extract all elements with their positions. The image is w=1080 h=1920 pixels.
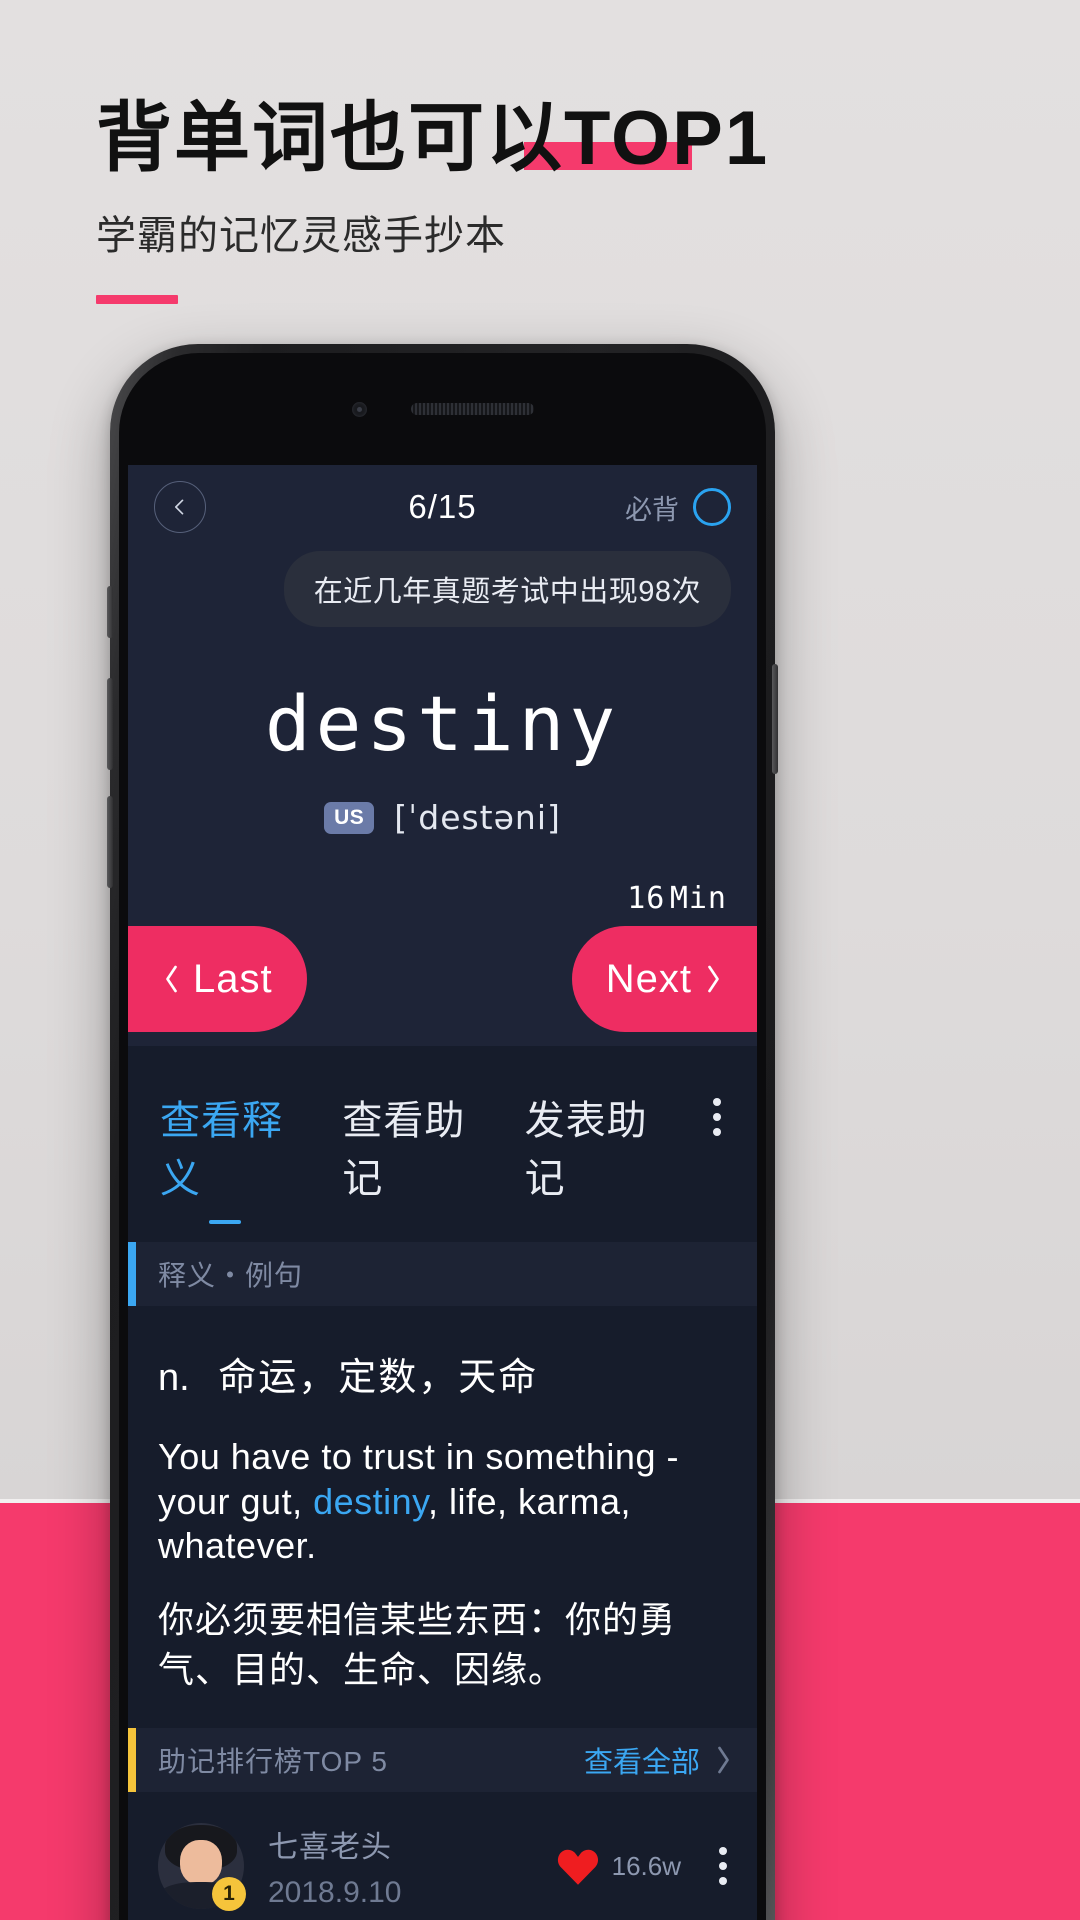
ranking-section-header: 助记排行榜TOP 5 查看全部 [128,1728,757,1793]
mute-switch [107,586,113,638]
poster-text-block: 背单词也可以TOP1 学霸的记忆灵感手抄本 [96,96,996,305]
timer-unit: Min [669,881,727,916]
timer-value: 16 [627,881,666,916]
word-block: destiny US [ˈdestəni] [128,627,757,837]
front-camera-icon [351,401,367,417]
phone-body: 6/15 必背 在近几年真题考试中出现98次 destiny US [ˈdest… [119,353,766,1920]
section-accent-bar [128,1728,136,1793]
phone-mockup: 6/15 必背 在近几年真题考试中出现98次 destiny US [ˈdest… [107,344,778,1920]
power-button [772,664,778,774]
tab-definitions-label: 查看释义 [160,1099,283,1201]
app-screen: 6/15 必背 在近几年真题考试中出现98次 destiny US [ˈdest… [128,465,757,1920]
must-memorize-label: 必背 [625,494,679,525]
kebab-dot [713,1113,721,1121]
chevron-left-icon [166,965,177,993]
comment-date: 2018.9.10 [268,1876,402,1910]
part-of-speech: n. [158,1357,190,1399]
word-card-panel: 6/15 必背 在近几年真题考试中出现98次 destiny US [ˈdest… [128,465,757,1046]
example-line-2-pre: your gut, [158,1480,314,1522]
comment-actions: 16.6w [556,1845,727,1887]
back-button[interactable] [154,481,206,533]
example-line-1: You have to trust in something - [158,1436,679,1477]
section-accent-bar [128,1242,136,1306]
rank-badge: 1 [212,1877,246,1912]
headline-text: 背单词也可以TOP1 [96,96,770,181]
pronunciation-row[interactable]: US [ˈdestəni] [128,798,757,837]
phone-bezel-top [119,353,766,465]
kebab-dot [719,1847,727,1856]
tab-post-mnemonic-label: 发表助记 [524,1099,648,1201]
chevron-right-icon [718,1746,729,1774]
tab-mnemonics-label: 查看助记 [342,1099,466,1201]
page-title: 背单词也可以TOP1 [96,96,769,181]
tooltip-row: 在近几年真题考试中出现98次 [128,549,757,627]
chevron-right-icon [708,965,719,993]
kebab-dot [713,1128,721,1136]
comment-author[interactable]: 七喜老头 [268,1822,401,1866]
definition-meaning: 命运，定数，天命 [218,1357,539,1399]
example-sentence-cn: 你必须要相信某些东西：你的勇气、目的、生命、因缘。 [158,1598,677,1690]
accent-rule [96,295,178,305]
definition-section-title: 释义・例句 [158,1260,304,1291]
view-all-label: 查看全部 [583,1747,700,1780]
app-navbar: 6/15 必背 [128,465,757,549]
example-sentence-en: You have to trust in something - your gu… [158,1435,727,1569]
kebab-dot [719,1877,727,1886]
kebab-menu-icon[interactable] [719,1847,727,1886]
content-tabs: 查看释义 查看助记 发表助记 [128,1046,757,1226]
comment-meta: 七喜老头 2018.9.10 [268,1822,401,1910]
tab-mnemonics[interactable]: 查看助记 [342,1088,472,1226]
definition-body: n. 命运，定数，天命 You have to trust in somethi… [128,1306,757,1694]
circle-outline-icon [693,488,731,526]
chevron-left-icon [175,499,184,515]
page-subtitle: 学霸的记忆灵感手抄本 [96,214,506,259]
mnemonic-comment: 1 七喜老头 2018.9.10 16.6w [128,1792,757,1920]
comment-header: 1 七喜老头 2018.9.10 16.6w [158,1822,727,1912]
definition-meaning-row: n. 命运，定数，天命 [158,1346,727,1401]
volume-down-button [107,796,113,888]
word-headword: destiny [264,679,621,768]
must-memorize-toggle[interactable]: 必背 [625,488,731,527]
next-button[interactable]: Next [571,926,757,1032]
volume-up-button [107,678,113,770]
last-button[interactable]: Last [128,926,307,1032]
like-count: 16.6w [611,1850,681,1881]
example-highlight-word: destiny [313,1480,428,1522]
accent-badge-us[interactable]: US [324,801,375,834]
frequency-tooltip: 在近几年真题考试中出现98次 [283,551,731,627]
avatar[interactable]: 1 [158,1823,246,1912]
last-button-label: Last [193,956,273,1001]
next-button-label: Next [605,956,692,1001]
ranking-section-title: 助记排行榜TOP 5 [158,1746,388,1778]
timer-row: 16 Min [128,837,757,916]
definition-section-header: 释义・例句 [128,1242,757,1306]
phonetic-transcription: [ˈdestəni] [394,798,561,837]
view-all-link[interactable]: 查看全部 [584,1739,733,1781]
heart-icon[interactable] [556,1845,600,1887]
tab-definitions[interactable]: 查看释义 [160,1088,290,1226]
kebab-dot [713,1098,721,1106]
word-nav-buttons: Last Next [128,926,757,1032]
kebab-menu-icon[interactable] [707,1094,727,1140]
tab-post-mnemonic[interactable]: 发表助记 [525,1088,655,1226]
kebab-dot [719,1862,727,1871]
avatar-face [180,1840,222,1886]
earpiece-speaker [410,403,534,415]
